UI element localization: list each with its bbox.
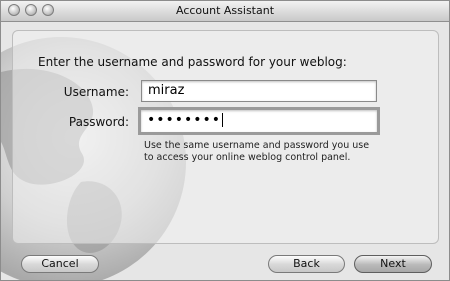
hint-line-1: Use the same username and password you u… bbox=[144, 140, 370, 151]
username-field[interactable]: miraz bbox=[141, 80, 377, 102]
username-label: Username: bbox=[63, 85, 129, 99]
form-heading: Enter the username and password for your… bbox=[38, 55, 347, 69]
window-title: Account Assistant bbox=[175, 4, 275, 17]
cancel-button[interactable]: Cancel bbox=[21, 255, 99, 273]
credentials-hint: Use the same username and password you u… bbox=[144, 140, 404, 164]
back-button[interactable]: Back bbox=[268, 255, 345, 273]
password-value: •••••••• bbox=[147, 112, 222, 128]
text-cursor bbox=[222, 113, 224, 127]
password-field[interactable]: •••••••• bbox=[138, 107, 380, 135]
password-label: Password: bbox=[68, 115, 129, 129]
account-assistant-window: Account Assistant Enter the username and… bbox=[0, 0, 450, 281]
title-bar[interactable]: Account Assistant bbox=[1, 1, 449, 22]
username-value: miraz bbox=[148, 83, 185, 98]
next-button[interactable]: Next bbox=[354, 255, 432, 273]
hint-line-2: to access your online weblog control pan… bbox=[144, 152, 351, 163]
